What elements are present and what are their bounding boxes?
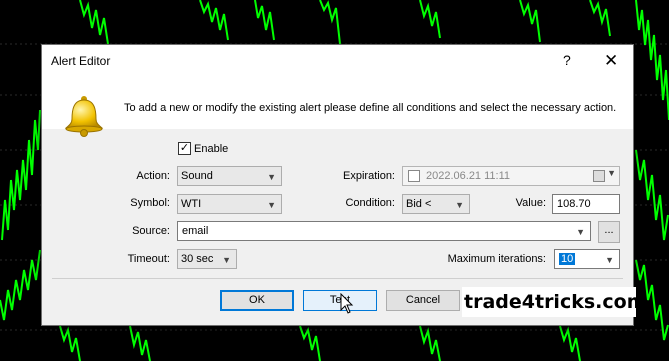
timeout-value: 30 sec — [181, 253, 214, 265]
action-value: Sound — [181, 170, 213, 182]
enable-checkbox[interactable]: ✓ — [178, 142, 191, 155]
separator — [52, 278, 623, 279]
action-label: Action: — [136, 170, 170, 182]
calendar-icon[interactable] — [593, 170, 605, 182]
expiration-label: Expiration: — [343, 170, 395, 182]
watermark: trade4tricks.com — [462, 287, 647, 317]
chevron-down-icon: ▼ — [267, 172, 276, 182]
symbol-label: Symbol: — [130, 197, 170, 209]
condition-label: Condition: — [345, 197, 395, 209]
chevron-down-icon: ▼ — [222, 255, 231, 265]
max-iterations-select[interactable]: 10 ▼ — [554, 249, 620, 269]
ok-button[interactable]: OK — [220, 290, 294, 311]
chevron-down-icon: ▼ — [455, 200, 464, 210]
source-value: email — [182, 225, 209, 237]
help-button[interactable]: ? — [563, 52, 571, 68]
check-icon: ✓ — [179, 142, 190, 154]
browse-source-button[interactable]: ... — [598, 221, 620, 243]
source-label: Source: — [132, 225, 170, 237]
timeout-select[interactable]: 30 sec ▼ — [177, 249, 237, 269]
alert-editor-dialog: Alert Editor ? ✕ To add a new or modify … — [41, 44, 634, 326]
title-bar: Alert Editor ? ✕ — [42, 45, 633, 77]
expiration-value: 2022.06.21 11:11 — [426, 170, 511, 182]
chevron-down-icon: ▼ — [605, 255, 614, 265]
chevron-down-icon: ▼ — [607, 168, 616, 178]
symbol-select[interactable]: WTI ▼ — [177, 194, 282, 214]
chevron-down-icon: ▼ — [267, 200, 276, 210]
max-iterations-value: 10 — [559, 253, 576, 265]
symbol-value: WTI — [181, 198, 202, 210]
value-label: Value: — [515, 197, 546, 209]
dialog-title: Alert Editor — [51, 54, 111, 68]
max-iterations-label: Maximum iterations: — [447, 253, 546, 265]
enable-label: Enable — [194, 143, 229, 155]
bell-icon — [64, 96, 104, 137]
value-input[interactable]: 108.70 — [552, 194, 620, 214]
expiration-picker[interactable]: 2022.06.21 11:11 ▼ — [402, 166, 620, 186]
instruction-text: To add a new or modify the existing aler… — [124, 102, 617, 114]
cancel-button[interactable]: Cancel — [386, 290, 460, 311]
condition-select[interactable]: Bid < ▼ — [402, 194, 470, 214]
source-combo[interactable]: email ▼ — [177, 221, 591, 241]
value-text: 108.70 — [557, 198, 591, 210]
expiration-checkbox[interactable] — [408, 170, 420, 182]
chevron-down-icon: ▼ — [576, 227, 585, 237]
close-button[interactable]: ✕ — [604, 51, 618, 71]
condition-value: Bid < — [406, 198, 432, 210]
dialog-header: To add a new or modify the existing aler… — [42, 77, 633, 137]
mouse-cursor-icon — [340, 293, 354, 314]
timeout-label: Timeout: — [127, 253, 170, 265]
action-select[interactable]: Sound ▼ — [177, 166, 282, 186]
